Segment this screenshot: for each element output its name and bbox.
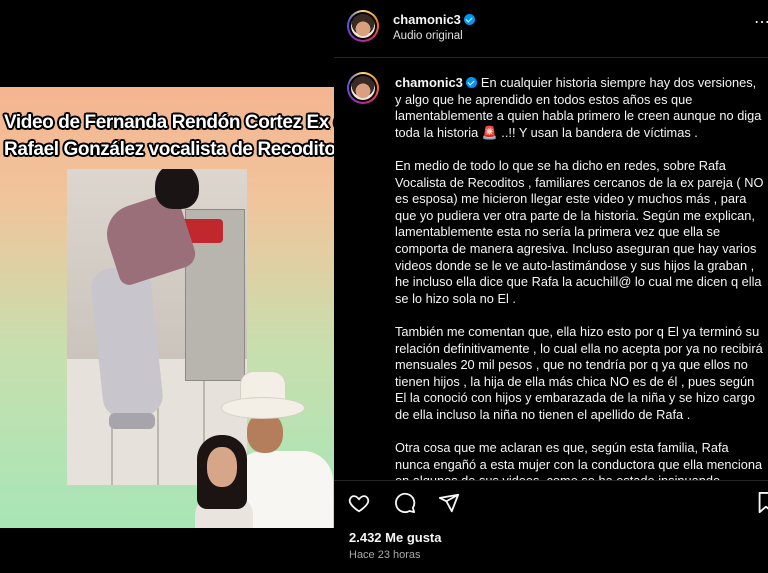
headline-line-1: Video de Fernanda Rendón Cortez Ex de	[4, 112, 334, 133]
video-headline: Video de Fernanda Rendón Cortez Ex de Ra…	[4, 109, 334, 163]
likes-count[interactable]: 2.432 Me gusta	[349, 530, 442, 545]
caption-section: chamonic3 En cualquier historia siempre h…	[334, 58, 768, 480]
caption-text: chamonic3 En cualquier historia siempre h…	[395, 75, 765, 480]
headline-line-2: Rafael González vocalista de Recoditos	[4, 139, 334, 160]
share-icon[interactable]	[438, 492, 460, 514]
bookmark-icon[interactable]	[758, 492, 768, 514]
couple-photo	[195, 367, 334, 528]
caption-paragraph: Otra cosa que me aclaran es que, según e…	[395, 440, 763, 480]
caption-username[interactable]: chamonic3	[395, 75, 477, 90]
divider	[334, 480, 768, 481]
caption-avatar[interactable]	[347, 72, 379, 104]
heart-icon[interactable]	[348, 492, 370, 514]
caption-paragraph: En medio de todo lo que se ha dicho en r…	[395, 157, 764, 306]
verified-badge-icon	[465, 77, 477, 88]
header-username[interactable]: chamonic3	[393, 12, 475, 27]
action-bar	[334, 486, 768, 520]
comment-icon[interactable]	[394, 492, 416, 514]
verified-badge-icon	[463, 14, 475, 25]
post-panel: chamonic3 Audio original ⋯ chamonic3 En c…	[334, 0, 768, 573]
more-options-icon[interactable]: ⋯	[754, 12, 768, 32]
post-timestamp[interactable]: Hace 23 horas	[349, 549, 421, 561]
post-header: chamonic3 Audio original ⋯	[334, 0, 768, 58]
post-media[interactable]: Video de Fernanda Rendón Cortez Ex de Ra…	[0, 0, 334, 573]
avatar[interactable]	[347, 10, 379, 42]
caption-paragraph: También me comentan que, ella hizo esto …	[395, 323, 763, 422]
audio-link[interactable]: Audio original	[393, 30, 463, 42]
video-thumbnail[interactable]: Video de Fernanda Rendón Cortez Ex de Ra…	[0, 87, 334, 528]
